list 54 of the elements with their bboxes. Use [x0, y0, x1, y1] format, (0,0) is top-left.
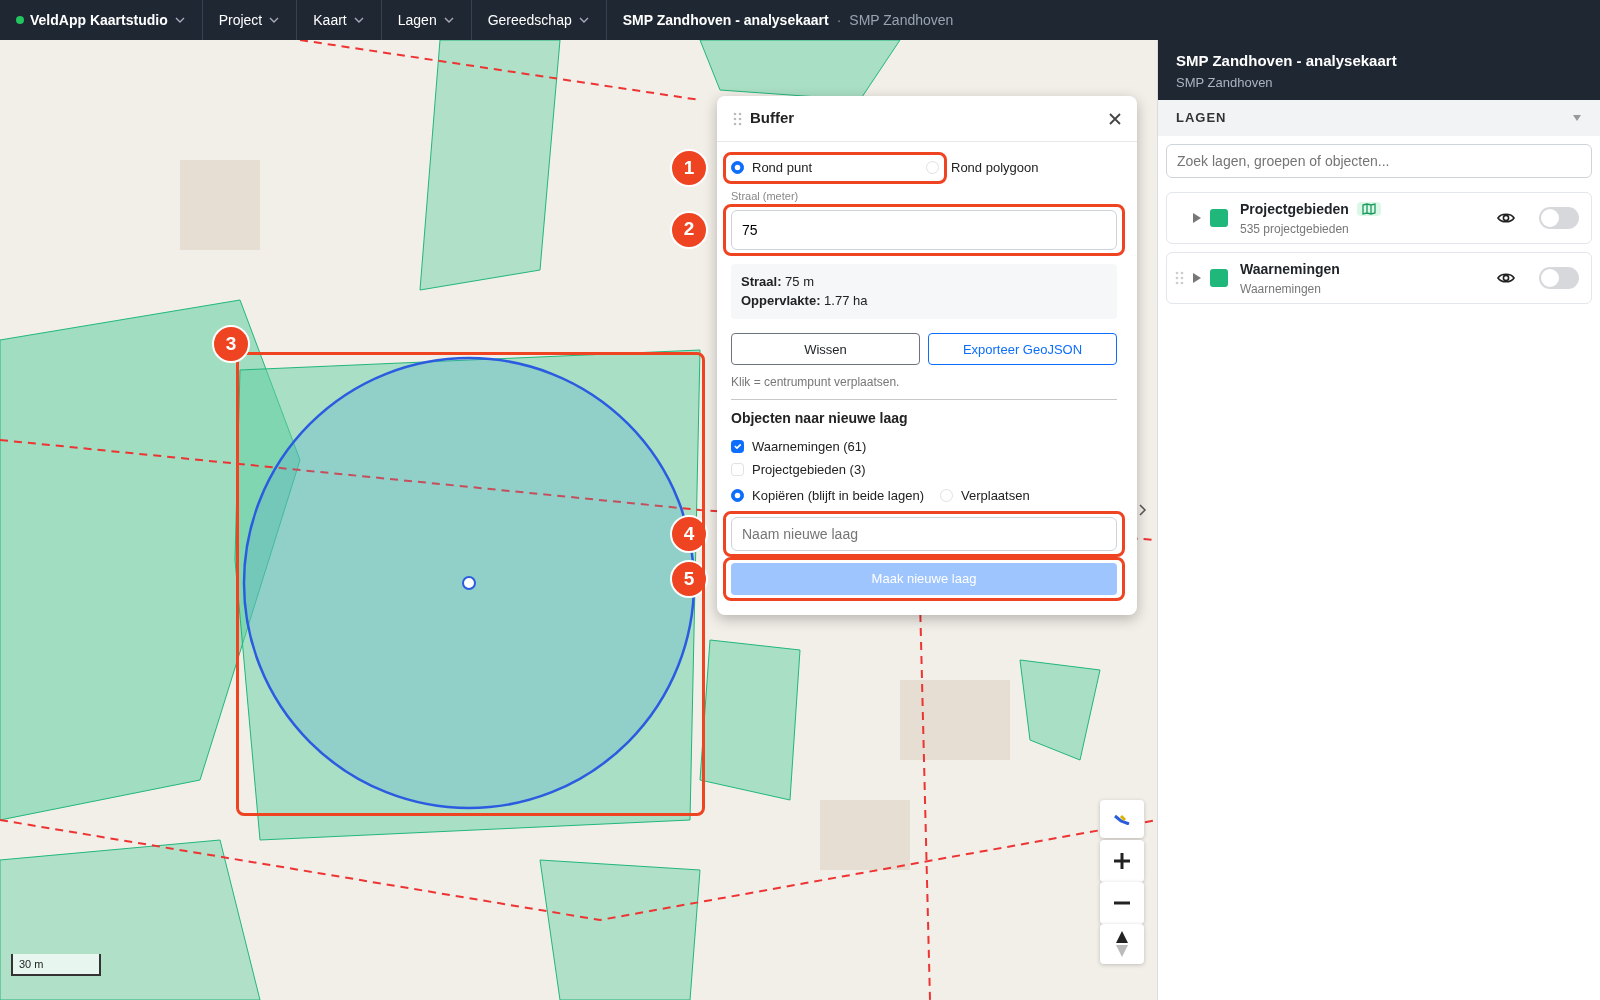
layer-toggle[interactable] — [1539, 267, 1579, 289]
zoom-in-icon — [1113, 852, 1131, 870]
section-title: LAGEN — [1176, 109, 1227, 128]
caret-icon — [352, 15, 365, 25]
layer-checkbox[interactable] — [731, 439, 744, 453]
layer-switch-button[interactable] — [1100, 800, 1144, 838]
action-label: Kopiëren (blijft in beide lagen) — [752, 486, 924, 505]
radius-field[interactable]: 75 — [731, 209, 1117, 250]
layer-search-field[interactable]: Zoek lagen, groepen of objecten... — [1166, 144, 1592, 178]
action-radio[interactable] — [731, 488, 744, 502]
checkbox-label: Projectgebieden (3) — [752, 461, 866, 479]
mode-radio[interactable] — [731, 161, 744, 175]
summary-line: Oppervlakte: 1.77 ha — [741, 291, 869, 310]
scale-bar: 30 m — [11, 954, 101, 976]
section-heading: Objecten naar nieuwe laag — [731, 408, 909, 428]
clear-button[interactable]: Wissen — [731, 332, 920, 365]
field-label: Straal (meter) — [731, 189, 800, 202]
compass-icon — [1115, 930, 1129, 958]
visibility-icon[interactable] — [1497, 211, 1515, 225]
collapse-icon[interactable] — [1572, 114, 1582, 122]
export-button[interactable]: Exporteer GeoJSON — [928, 332, 1117, 365]
mode-label: Rond polygoon — [951, 159, 1039, 177]
layer-name: Waarnemingen — [1240, 259, 1340, 279]
satellite-icon — [1114, 813, 1130, 825]
panel-title: Buffer — [750, 108, 796, 129]
summary-line: Straal: 75 m — [741, 272, 815, 291]
layer-name: Projectgebieden — [1240, 199, 1349, 219]
zoom-out-icon — [1113, 901, 1131, 905]
drag-handle-icon[interactable] — [733, 111, 742, 126]
layer-toggle[interactable] — [1539, 207, 1579, 229]
layer-detail: 535 projectgebieden — [1240, 220, 1350, 238]
layer-detail: Waarnemingen — [1240, 280, 1322, 298]
expand-arrow-icon[interactable] — [1192, 272, 1202, 284]
caret-icon — [173, 15, 186, 25]
map-subtitle: SMP Zandhoven — [849, 10, 954, 30]
layer-name-field[interactable]: Naam nieuwe laag — [731, 517, 1117, 551]
sidebar-subtitle: SMP Zandhoven — [1176, 73, 1274, 92]
hint-text: Klik = centrumpunt verplaatsen. — [731, 373, 901, 391]
mode-label: Rond punt — [752, 159, 812, 177]
drag-handle-icon[interactable] — [1175, 271, 1184, 285]
visibility-icon[interactable] — [1497, 271, 1515, 285]
chevron-right-icon[interactable] — [1139, 504, 1147, 516]
caret-icon — [442, 15, 455, 25]
map-title: SMP Zandhoven - analysekaart — [622, 10, 829, 30]
caret-icon — [268, 15, 281, 25]
map-icon — [1356, 202, 1381, 216]
checkbox-label: Waarnemingen (61) — [752, 437, 867, 456]
caret-icon — [577, 15, 590, 25]
sidebar-title: SMP Zandhoven - analysekaart — [1176, 51, 1398, 71]
compass-button[interactable] — [1100, 924, 1144, 964]
zoom-in-button[interactable] — [1100, 840, 1144, 882]
expand-arrow-icon[interactable] — [1192, 212, 1202, 224]
separator-dot: · — [836, 10, 842, 30]
action-label: Verplaatsen — [961, 486, 1030, 505]
